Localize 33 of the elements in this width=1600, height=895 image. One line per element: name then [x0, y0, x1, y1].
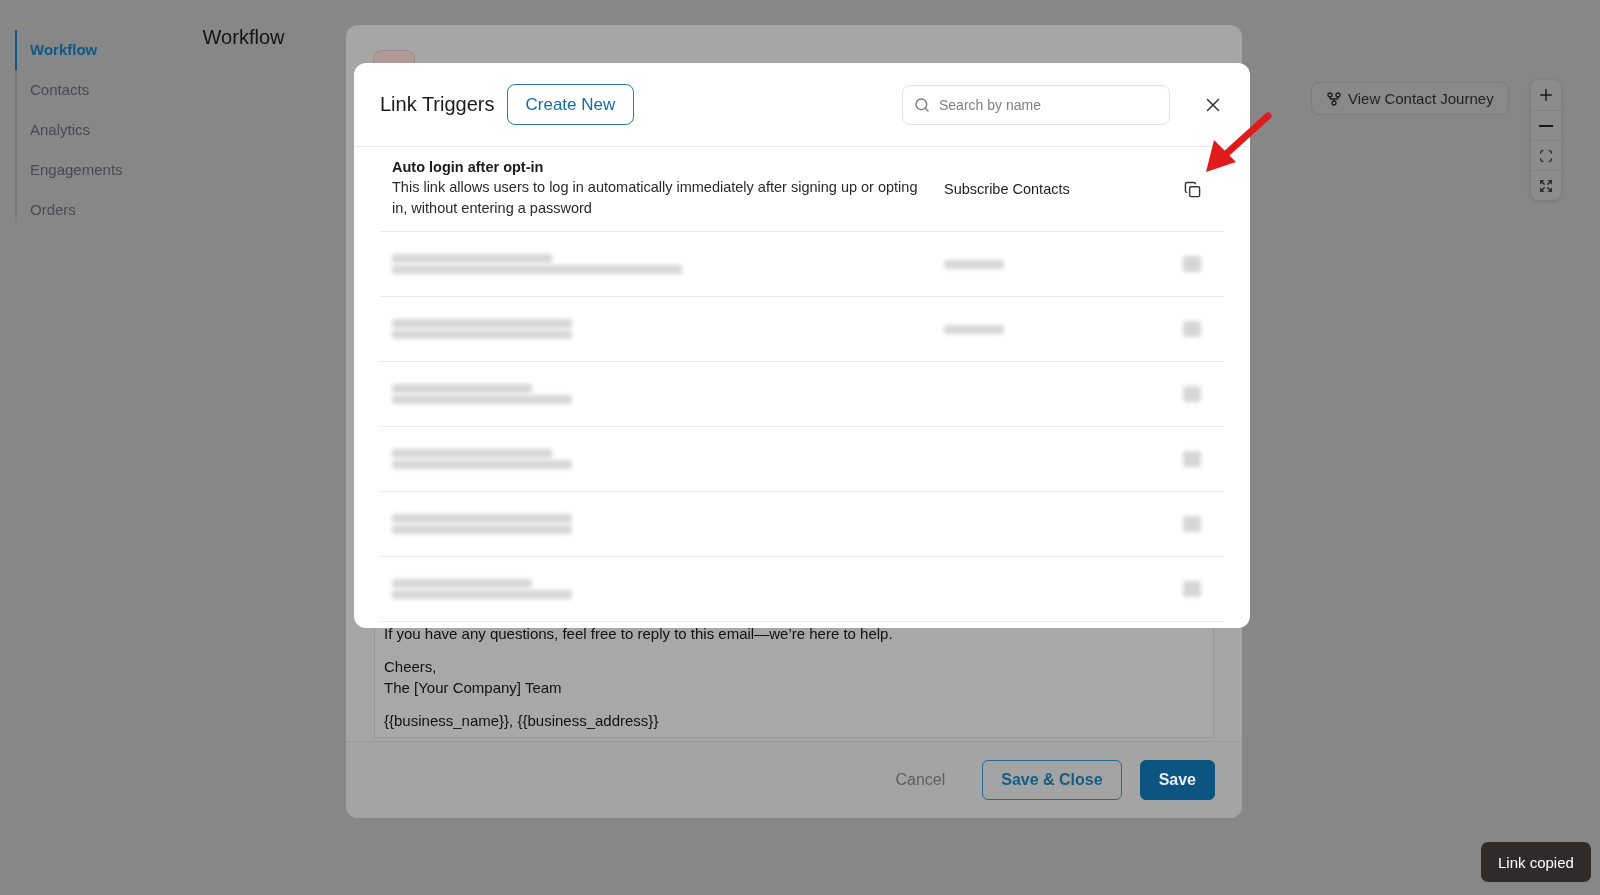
blurred-icon [1183, 256, 1201, 272]
trigger-title: Auto login after opt-in [392, 159, 545, 175]
blurred-icon [1183, 451, 1201, 467]
branch-icon [1326, 90, 1342, 107]
zoom-out-icon [1538, 124, 1553, 127]
create-new-button[interactable]: Create New [506, 84, 635, 125]
sidebar-item[interactable]: Contacts [15, 70, 123, 110]
sidebar-item[interactable]: Orders [15, 190, 123, 230]
save-close-button[interactable]: Save & Close [982, 760, 1122, 800]
blurred-icon [1183, 321, 1201, 337]
blurred-icon [1183, 581, 1201, 597]
blurred-icon [1183, 386, 1201, 402]
toast-message: Link copied [1481, 842, 1591, 882]
save-button[interactable]: Save [1139, 760, 1215, 800]
email-paragraph: If you have any questions, feel free to reply to this email—we’re here to help. [384, 624, 894, 644]
cancel-button[interactable]: Cancel [876, 760, 965, 800]
fullscreen-icon [1538, 178, 1553, 193]
blurred-icon [1183, 516, 1201, 532]
email-paragraph: {{business_name}}, {{business_address}} [384, 711, 660, 731]
trigger-description: This link allows users to log in automatically immediately after signing up or opting in, without entering a password [392, 178, 919, 218]
view-journey-button[interactable]: View Contact Journey [1311, 82, 1509, 115]
fit-view-icon [1538, 148, 1553, 163]
email-paragraph: Cheers, The [Your Company] Team [384, 657, 563, 698]
page-title: Workflow [202, 26, 285, 50]
copy-button[interactable] [1183, 180, 1201, 198]
trigger-event: Subscribe Contacts [943, 181, 1071, 197]
search-icon [914, 96, 930, 113]
sidebar-item[interactable]: Workflow [15, 30, 123, 70]
search-field[interactable]: Search by name [902, 84, 1170, 125]
sidebar-item[interactable]: Engagements [15, 150, 123, 190]
sidebar-item[interactable]: Analytics [15, 110, 123, 150]
dialog-title: Link Triggers [380, 93, 495, 116]
annotation-arrow [1206, 112, 1272, 172]
